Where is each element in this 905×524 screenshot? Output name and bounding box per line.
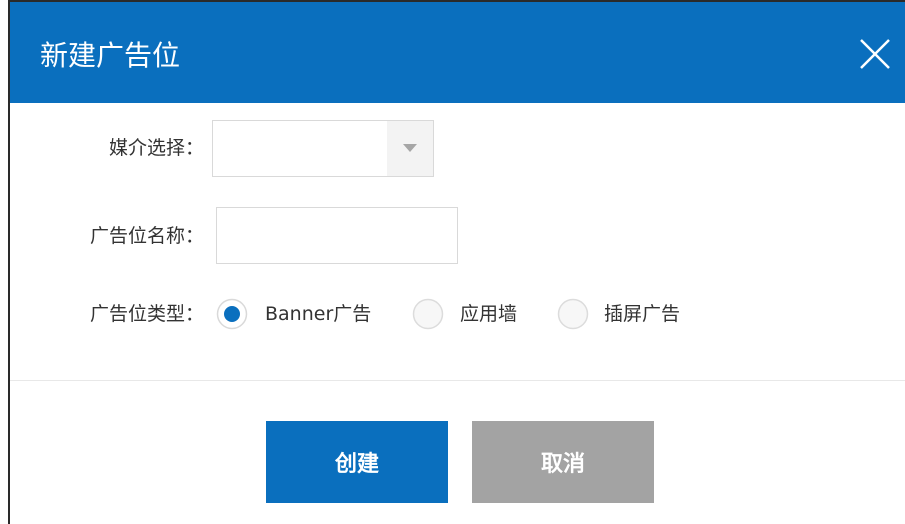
dialog-title: 新建广告位 (40, 39, 181, 72)
cancel-button[interactable]: 取消 (472, 421, 654, 503)
radio-interstitial-label[interactable]: 插屏广告 (604, 301, 680, 327)
media-select-label: 媒介选择： (108, 137, 204, 159)
radio-interstitial[interactable] (557, 298, 589, 330)
radio-app-wall[interactable] (412, 298, 444, 330)
footer-divider (10, 380, 905, 381)
radio-unselected-icon (557, 298, 589, 330)
radio-selected-icon (216, 298, 248, 330)
ad-slot-type-label: 广告位类型： (89, 303, 204, 325)
close-icon (860, 39, 890, 69)
dialog-header: 新建广告位 (10, 2, 905, 103)
radio-banner-label[interactable]: Banner广告 (265, 301, 371, 327)
radio-unselected-icon (412, 298, 444, 330)
new-ad-slot-dialog: 新建广告位 媒介选择： 广告位名称： 广告位类型： Banner广告 应用墙 插… (8, 0, 905, 524)
close-button[interactable] (855, 34, 895, 74)
radio-app-wall-label[interactable]: 应用墙 (460, 301, 517, 327)
create-button[interactable]: 创建 (266, 421, 448, 503)
ad-slot-name-input[interactable] (216, 207, 458, 264)
radio-banner[interactable] (216, 298, 248, 330)
chevron-down-icon (403, 144, 417, 152)
media-select-toggle[interactable] (387, 121, 433, 176)
media-select[interactable] (212, 120, 434, 177)
ad-slot-name-label: 广告位名称： (89, 225, 204, 247)
